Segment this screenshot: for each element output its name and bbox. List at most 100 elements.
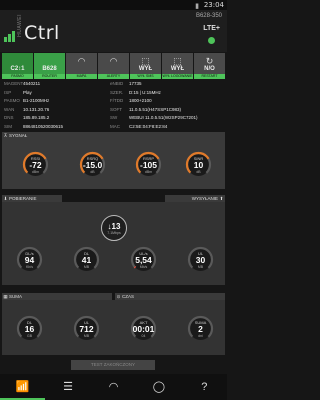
bottom-nav: 📶 ☰ ◠ ◯?	[0, 374, 227, 400]
tab-label: B628	[42, 66, 57, 72]
tab-label: WYŁ	[138, 66, 153, 72]
info-key: WAN	[4, 106, 15, 112]
gauge-traffic-1[interactable]: DL 41 MB	[73, 246, 100, 273]
gauge-totals-3[interactable]: SUMA 2 dni	[187, 315, 214, 342]
help-icon[interactable]: ?	[182, 374, 227, 400]
tab-bar: C2↕1 PASMO B628 ROUTER ◠ MAPA ◠ ALERTY ⬚ WYŁ WYŁ S…	[2, 53, 225, 79]
info-key: eNBID	[110, 81, 124, 86]
tab-6[interactable]: ↻ N/O RESTART	[194, 53, 225, 79]
gauge-value: 2	[198, 324, 203, 334]
info-value: 4540211	[23, 81, 41, 86]
info-key: MAGENT	[4, 81, 24, 86]
gauge-totals-1[interactable]: UL 712 MB	[73, 315, 100, 342]
network-type: LTE+	[203, 25, 220, 32]
info-key: PASMO	[4, 98, 20, 103]
section-upload: WYSYŁANIE ⬆	[165, 195, 225, 202]
info-value: 17735	[129, 81, 142, 86]
gauge-value: 5,54	[135, 255, 152, 265]
battery-icon: ▮	[195, 3, 199, 10]
tab-caption: ALERTY	[98, 74, 129, 79]
wifi-icon: ◠	[109, 56, 118, 66]
gauge-value: -105	[139, 160, 157, 170]
tab-caption: PASMO	[2, 74, 33, 79]
gauge-unit: dni	[198, 334, 203, 338]
refresh-icon: ↻	[205, 56, 214, 66]
antenna-icon: ⊼	[3, 133, 8, 138]
info-key: SOFT	[110, 106, 122, 112]
info-value: 185.89.185.2	[23, 115, 50, 120]
tab-4[interactable]: ⬚ WYŁ WYŁ SMS	[130, 53, 161, 79]
signal-home-icon[interactable]: 📶	[0, 374, 46, 400]
gauge-totals-2[interactable]: AKT 00:01 04	[130, 315, 157, 342]
tab-caption: RESTART	[194, 74, 225, 79]
gauge-unit: dB	[90, 170, 95, 174]
section-sum: ▦SUMA	[2, 293, 112, 300]
tab-0[interactable]: C2↕1 PASMO	[2, 53, 33, 79]
gauge-value: 16	[24, 324, 35, 334]
tab-2[interactable]: ◠ MAPA	[66, 53, 97, 79]
info-key: SW	[110, 115, 118, 120]
gauge-signal-1[interactable]: RSRQ -15.0 dB	[79, 151, 106, 178]
speed-test-dial[interactable]: ↓13 7.1Mbps	[101, 215, 127, 241]
tab-caption: ROUTER	[34, 74, 65, 79]
gauge-traffic-2[interactable]: UL/s 5,54 Mb/s	[130, 246, 157, 273]
gauge-unit: dBm	[144, 170, 153, 174]
info-row: WAN 10.131.20.76 SOFT 11.0.5.51(H47SSP1C983…	[4, 107, 224, 116]
info-key: ISP	[4, 89, 12, 95]
gauge-value: 10	[193, 160, 204, 170]
tab-5[interactable]: ⬚ WYŁ WYŁ LOGOWANIE	[162, 53, 193, 79]
gauge-unit: GB	[26, 334, 33, 338]
info-row: ISP Play SZER. D:15 | U:15MHz	[4, 90, 224, 99]
chat-icon[interactable]: ◯	[136, 374, 181, 400]
tab-3[interactable]: ◠ ALERTY	[98, 53, 129, 79]
gauge-unit: Kb/s	[25, 265, 33, 269]
tab-label: N/O	[204, 66, 215, 72]
tab-label: C2↕1	[10, 66, 25, 72]
tab-caption: WYŁ LOGOWANIE	[162, 74, 193, 79]
info-value: C2:5E:04:F8:E2:84	[129, 123, 168, 129]
gauge-totals-0[interactable]: DL 16 GB	[16, 315, 43, 342]
test-finished-button[interactable]: TEST ZAKOŃCZONY	[71, 360, 155, 370]
sliders-icon[interactable]: ☰	[45, 374, 90, 400]
gauge-value: 712	[79, 324, 94, 334]
connection-indicator	[208, 37, 215, 44]
totals-panel: DL 16 GB UL 712 MB AKT 00:01 04 SUMA 2 dni	[2, 300, 225, 355]
tab-caption: MAPA	[66, 74, 97, 79]
gauge-signal-3[interactable]: SINR 10 dB	[185, 151, 212, 178]
info-key: F/TDD	[110, 98, 124, 103]
gauge-traffic-3[interactable]: UL 30 MB	[187, 246, 214, 273]
download-icon: ⬇	[3, 196, 8, 201]
info-key: SZER.	[110, 89, 124, 95]
tab-1[interactable]: B628 ROUTER	[34, 53, 65, 79]
info-value: 1800+2100	[129, 98, 152, 103]
section-time: ⊙ CZAS	[115, 293, 225, 300]
gauge-traffic-0[interactable]: DL/s 94 Kb/s	[16, 246, 43, 273]
speed-unit: 7.1Mbps	[107, 231, 121, 235]
info-value: D:15 | U:15MHz	[129, 89, 161, 95]
gauge-unit: dB	[196, 170, 201, 174]
brand-sub: HUAWEI	[17, 14, 23, 37]
info-value: 11.0.5.51(H47SSP1C983)	[129, 106, 181, 112]
info-value: 8864810520030615	[23, 123, 64, 129]
gauge-unit: MB	[197, 265, 204, 269]
info-key: DNS	[4, 115, 14, 120]
section-signal: ⊼ SYGNAŁ	[2, 132, 225, 139]
wifi-icon[interactable]: ◠	[91, 374, 136, 400]
gauge-unit: Mb/s	[139, 265, 148, 269]
info-row: DNS 185.89.185.2 SW WEBUI 11.0.5.51(W2SP29C…	[4, 115, 224, 124]
info-value: B1-2100MHz	[23, 98, 50, 103]
gauge-signal-2[interactable]: RSRP -105 dBm	[135, 151, 162, 178]
gauge-unit: MB	[83, 265, 90, 269]
gauge-unit: MB	[83, 334, 90, 338]
section-download: ⬇ POBIERANIE	[2, 195, 62, 202]
info-key: MAC	[110, 123, 120, 129]
gauge-unit: 04	[141, 334, 146, 338]
gauge-value: 30	[195, 255, 206, 265]
info-row: PASMO B1-2100MHz F/TDD 1800+2100	[4, 98, 224, 107]
clock-icon: ⊙	[116, 294, 121, 299]
gauge-signal-0[interactable]: RSSI -72 dBm	[22, 151, 49, 178]
device-model: B628-350	[195, 13, 222, 19]
logo-signal-icon	[4, 31, 15, 42]
lock-icon: ⬚	[141, 56, 150, 66]
signal-panel: RSSI -72 dBm RSRQ -15.0 dB RSRP -105 dBm SINR 1…	[2, 139, 225, 189]
